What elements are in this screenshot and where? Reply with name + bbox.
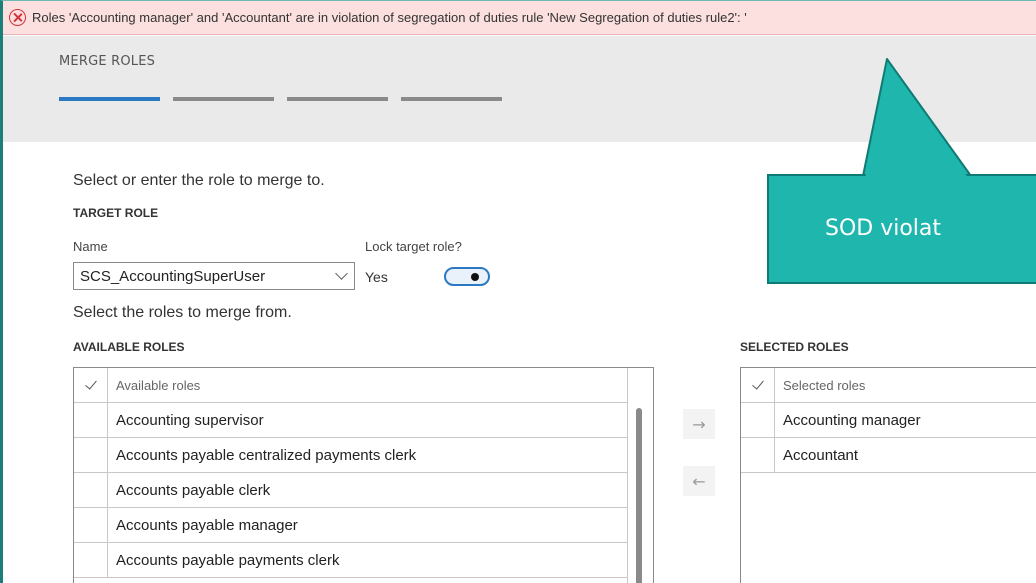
row-checkbox[interactable] [741, 438, 775, 472]
dialog-header: MERGE ROLES [3, 36, 1036, 142]
row-checkbox[interactable] [74, 508, 108, 542]
table-row[interactable]: Accountant [741, 438, 1036, 473]
available-roles-column-header[interactable]: Available roles [108, 368, 200, 402]
table-row[interactable]: Accounts payable centralized payments cl… [74, 438, 627, 473]
role-name: Accounting supervisor [116, 411, 264, 429]
role-name: Accounts payable payments clerk [116, 551, 340, 569]
target-instruction: Select or enter the role to merge to. [73, 172, 325, 189]
target-role-value: SCS_AccountingSuperUser [80, 267, 266, 285]
target-role-heading: TARGET ROLE [73, 206, 159, 220]
callout-text: SOD violat [825, 216, 942, 241]
selected-roles-heading: SELECTED ROLES [740, 340, 849, 354]
available-roles-grid: Available roles Accounting supervisor Ac… [73, 367, 654, 583]
role-name: Accounts payable clerk [116, 481, 271, 499]
lock-target-label: Lock target role? [365, 239, 462, 254]
row-checkbox[interactable] [74, 543, 108, 577]
wizard-step-4[interactable] [401, 97, 502, 101]
checkmark-icon [84, 377, 97, 390]
wizard-step-2[interactable] [173, 97, 274, 101]
row-checkbox[interactable] [74, 438, 108, 472]
selected-roles-grid: Selected roles Accounting manager Accoun… [740, 367, 1036, 583]
table-row[interactable]: Accounts payable clerk [74, 473, 627, 508]
target-role-select[interactable]: SCS_AccountingSuperUser [73, 262, 355, 290]
lock-target-toggle[interactable] [444, 267, 490, 286]
dialog-title: MERGE ROLES [59, 54, 156, 69]
select-all-checkbox[interactable] [74, 368, 108, 402]
table-row[interactable]: Accounts payable payments clerk [74, 543, 627, 578]
table-row[interactable]: Accounts payable manager [74, 508, 627, 543]
lock-toggle-state: Yes [365, 269, 388, 285]
name-label: Name [73, 239, 108, 254]
row-checkbox[interactable] [74, 403, 108, 437]
sod-callout: SOD violat [767, 174, 1036, 284]
checkmark-icon [751, 377, 764, 390]
wizard-step-1[interactable] [59, 97, 160, 101]
merge-from-instruction: Select the roles to merge from. [73, 304, 292, 321]
error-circle-icon [9, 9, 26, 26]
wizard-step-3[interactable] [287, 97, 388, 101]
row-checkbox[interactable] [741, 403, 775, 437]
scrollbar-thumb[interactable] [636, 408, 642, 583]
available-roles-header-row: Available roles [74, 368, 627, 403]
selected-roles-header-row: Selected roles [741, 368, 1036, 403]
role-name: Accounting manager [783, 411, 921, 429]
role-name: Accountant [783, 446, 859, 464]
table-row[interactable]: Accounting supervisor [74, 403, 627, 438]
chevron-down-icon[interactable] [328, 263, 354, 289]
row-checkbox[interactable] [74, 473, 108, 507]
error-message: Roles 'Accounting manager' and 'Accounta… [32, 10, 747, 25]
role-name: Accounts payable centralized payments cl… [116, 446, 417, 464]
add-role-button[interactable]: → [683, 409, 715, 439]
app-frame: Roles 'Accounting manager' and 'Accounta… [0, 0, 1036, 583]
role-name: Accounts payable manager [116, 516, 298, 534]
selected-roles-column-header[interactable]: Selected roles [775, 368, 865, 402]
error-banner: Roles 'Accounting manager' and 'Accounta… [3, 1, 1036, 35]
wizard-steps [59, 97, 502, 101]
available-roles-heading: AVAILABLE ROLES [73, 340, 185, 354]
table-row[interactable]: Accounting manager [741, 403, 1036, 438]
toggle-knob [471, 273, 479, 281]
select-all-checkbox[interactable] [741, 368, 775, 402]
remove-role-button[interactable]: ← [683, 466, 715, 496]
